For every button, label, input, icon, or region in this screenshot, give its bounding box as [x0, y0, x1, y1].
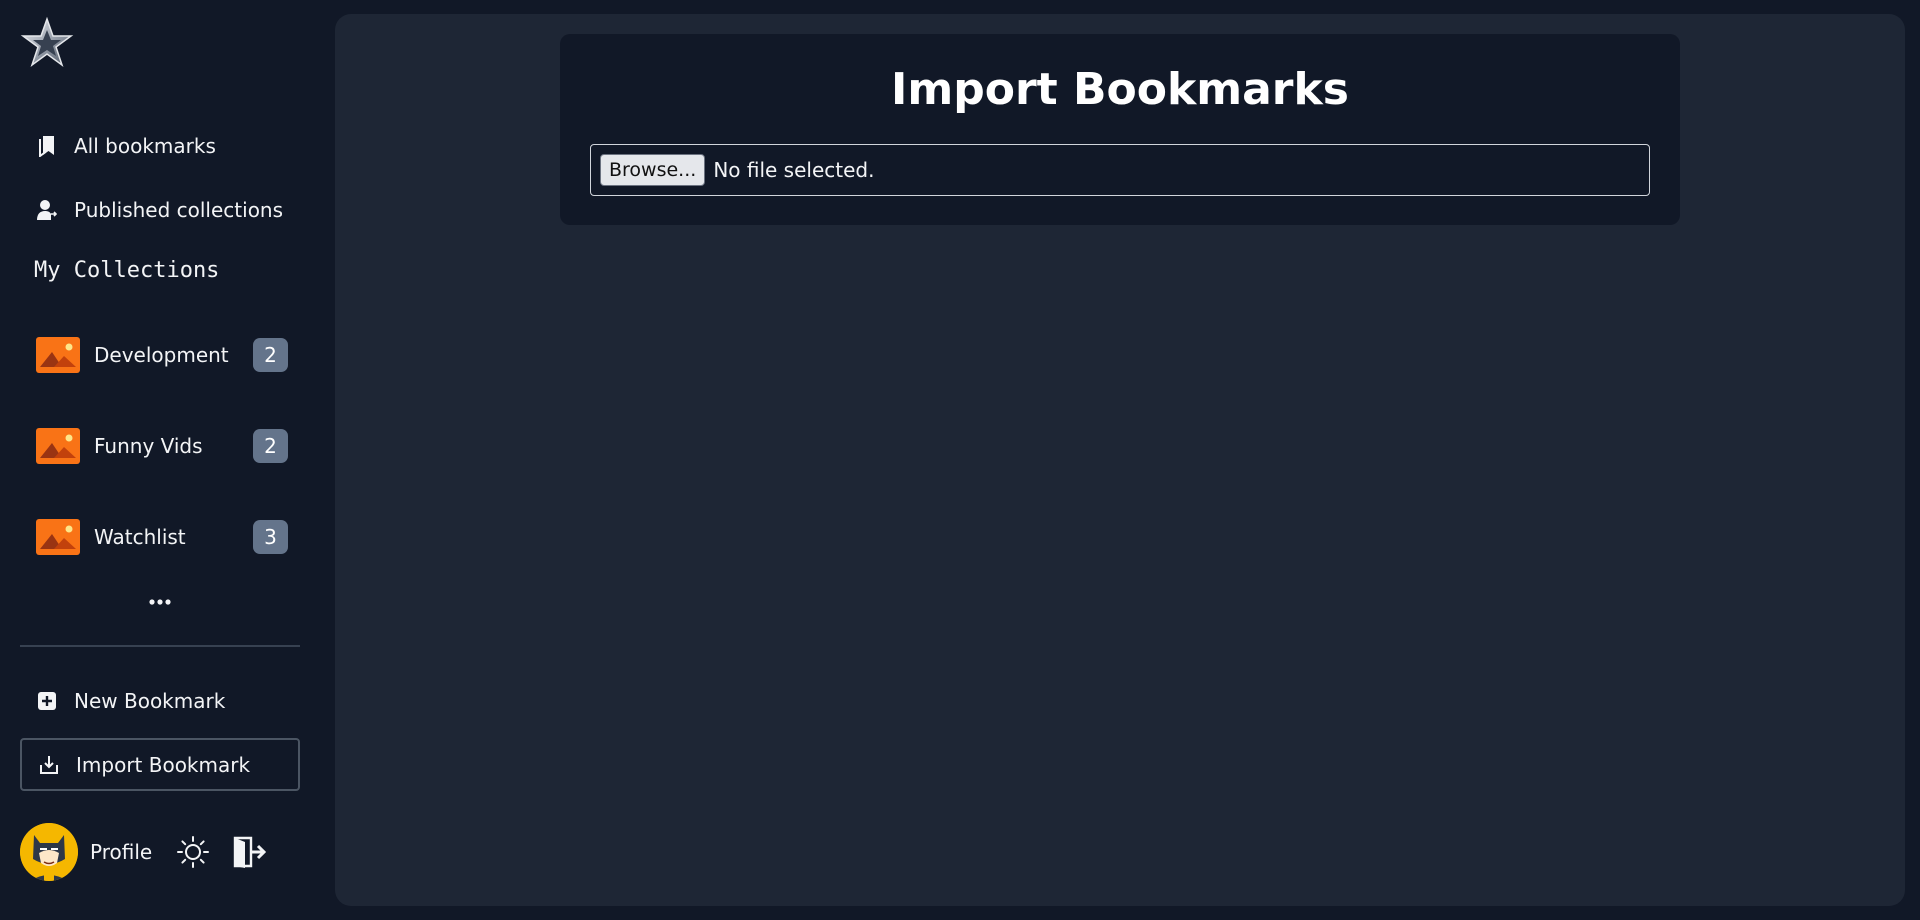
file-status-text: No file selected.	[713, 158, 875, 182]
file-input[interactable]: Browse... No file selected.	[590, 144, 1650, 196]
download-tray-icon	[38, 754, 60, 776]
collection-name: Development	[94, 343, 229, 367]
collection-item-development[interactable]: Development 2	[36, 335, 288, 375]
collection-count-badge: 2	[253, 338, 288, 372]
nav-all-bookmarks-label: All bookmarks	[74, 134, 216, 158]
avatar[interactable]	[20, 823, 78, 881]
logout-icon[interactable]	[232, 835, 267, 869]
collection-count-badge: 3	[253, 520, 288, 554]
import-bookmark-button[interactable]: Import Bookmark	[20, 738, 300, 791]
collection-thumbnail-icon	[36, 519, 80, 555]
theme-toggle-sun-icon[interactable]	[176, 835, 210, 869]
collection-name: Funny Vids	[94, 434, 203, 458]
import-card: Import Bookmarks Browse... No file selec…	[560, 34, 1680, 225]
browse-button[interactable]: Browse...	[600, 154, 706, 186]
more-collections-ellipsis-icon[interactable]	[140, 592, 180, 612]
main-panel: Import Bookmarks Browse... No file selec…	[335, 14, 1905, 906]
collection-thumbnail-icon	[36, 337, 80, 373]
page-title: Import Bookmarks	[891, 64, 1349, 115]
sidebar-divider	[20, 645, 300, 647]
profile-link[interactable]: Profile	[90, 840, 152, 864]
new-bookmark-label: New Bookmark	[74, 689, 226, 713]
collection-item-watchlist[interactable]: Watchlist 3	[36, 517, 288, 557]
sidebar-footer: Profile	[20, 822, 300, 882]
collection-name: Watchlist	[94, 525, 186, 549]
collection-count-badge: 2	[253, 429, 288, 463]
user-share-icon	[36, 199, 58, 221]
collection-item-funny-vids[interactable]: Funny Vids 2	[36, 426, 288, 466]
nav-published-collections-label: Published collections	[74, 198, 284, 222]
bookmarks-icon	[36, 135, 58, 157]
app: All bookmarks Published collections My C…	[0, 0, 1920, 920]
nav-published-collections[interactable]: Published collections	[20, 184, 300, 236]
sidebar: All bookmarks Published collections My C…	[0, 0, 320, 920]
nav-all-bookmarks[interactable]: All bookmarks	[20, 120, 300, 172]
star-logo-icon[interactable]	[20, 16, 74, 70]
my-collections-heading: My Collections	[34, 258, 220, 283]
import-bookmark-label: Import Bookmark	[76, 752, 251, 777]
plus-square-icon	[36, 690, 58, 712]
collection-thumbnail-icon	[36, 428, 80, 464]
new-bookmark-button[interactable]: New Bookmark	[20, 675, 300, 727]
